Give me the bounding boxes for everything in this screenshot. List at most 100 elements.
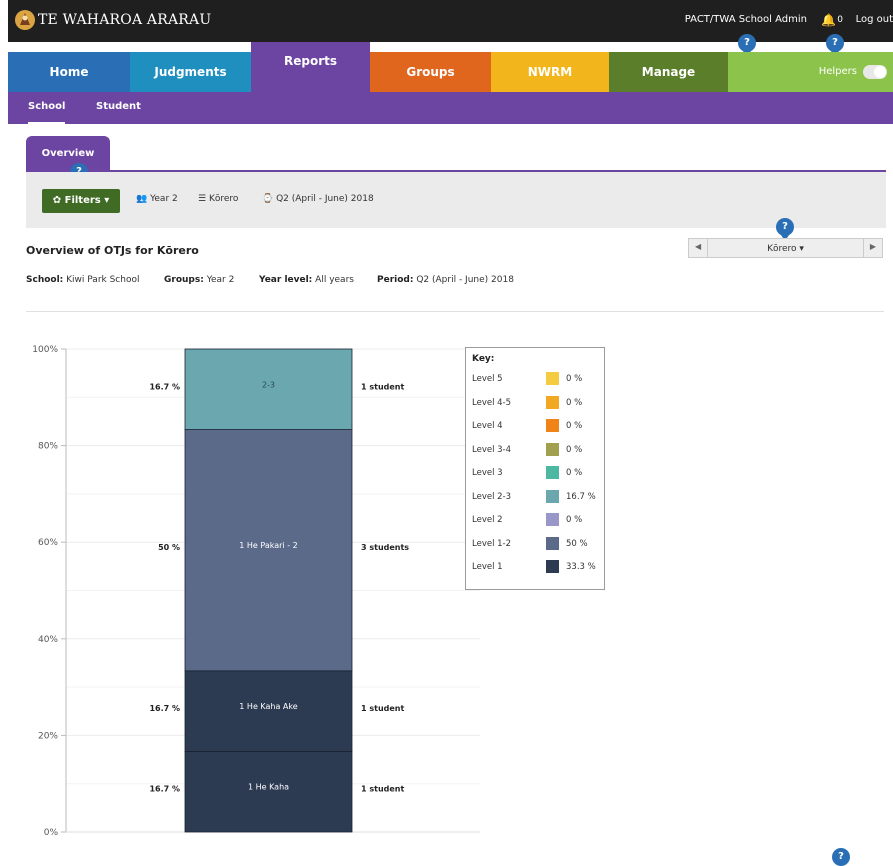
group-icon: 👥 — [136, 194, 148, 204]
meta-groups: Groups: Year 2 — [164, 275, 234, 285]
meta-school-value: Kiwi Park School — [66, 275, 140, 285]
bell-icon[interactable]: 🔔 — [821, 13, 836, 27]
help-icon[interactable]: ? — [832, 848, 850, 866]
meta-period-value: Q2 (April - June) 2018 — [416, 275, 514, 285]
segment-label: 1 He Kaha Ake — [239, 702, 297, 711]
filters-button[interactable]: ✿ Filters ▾ — [42, 189, 120, 213]
segment-percent-label: 16.7 % — [149, 785, 180, 794]
key-level-label: Level 2-3 — [472, 491, 512, 502]
caret-down-icon: ▾ — [104, 195, 110, 206]
help-icon[interactable]: ? — [738, 34, 756, 57]
key-swatch — [546, 395, 559, 409]
key-swatch — [546, 442, 559, 456]
key-swatch — [546, 513, 559, 526]
filters-button-label: Filters — [64, 195, 101, 206]
filter-bar: ✿ Filters ▾ 👥 Year 2 ☰ Kōrero ⌚ Q2 (Apri… — [26, 172, 886, 228]
meta-period: Period: Q2 (April - June) 2018 — [377, 275, 514, 285]
nav-manage[interactable]: Manage — [609, 52, 728, 92]
filter-year: 👥 Year 2 — [136, 194, 178, 204]
key-row: Level 2 0 % — [472, 513, 602, 527]
app-title: TE WAHAROA ARARAU — [38, 12, 212, 28]
segment-label: 2-3 — [262, 380, 275, 389]
key-percent: 0 % — [566, 374, 583, 384]
help-icon[interactable]: ? — [826, 34, 844, 57]
key-swatch — [546, 372, 559, 385]
key-percent: 50 % — [566, 538, 588, 549]
notification-count: 0 — [837, 15, 843, 25]
meta-year-level-label: Year level: — [259, 275, 313, 285]
key-level-label: Level 4-5 — [472, 397, 512, 408]
subject-select-text: Kōrero — [767, 244, 797, 254]
key-row: Level 1-2 50 % — [472, 536, 602, 551]
key-percent: 0 % — [566, 421, 583, 431]
logo-icon — [15, 10, 35, 30]
top-bar: TE WAHAROA ARARAU PACT/TWA School Admin … — [8, 0, 893, 42]
meta-school-label: School: — [26, 275, 64, 285]
subnav-school[interactable]: School — [28, 92, 66, 124]
key-row: Level 3-4 0 % — [472, 442, 602, 457]
key-level-label: Level 2 — [472, 515, 503, 525]
key-level-label: Level 1-2 — [472, 538, 512, 549]
key-level-label: Level 4 — [472, 421, 503, 431]
key-percent: 0 % — [566, 468, 583, 478]
nav-nwrm[interactable]: NWRM — [491, 52, 609, 92]
key-level-label: Level 3-4 — [472, 444, 512, 455]
key-title: Key: — [472, 354, 495, 364]
segment-label: 1 He Kaha — [248, 783, 289, 792]
key-row: Level 4-5 0 % — [472, 395, 602, 410]
main-nav: Home Judgments Reports Groups NWRM Manag… — [8, 42, 893, 92]
segment-percent-label: 50 % — [158, 543, 180, 552]
y-tick-label: 20% — [38, 731, 58, 741]
sub-nav: School Student — [8, 92, 893, 124]
subnav-student[interactable]: Student — [96, 92, 141, 122]
key-swatch — [546, 419, 559, 432]
filter-period-label: Q2 (April - June) 2018 — [276, 194, 374, 204]
tab-overview[interactable]: Overview — [26, 136, 110, 170]
arrow-right-icon[interactable]: ▶ — [870, 242, 876, 251]
key-row: Level 3 0 % — [472, 466, 602, 480]
helpers-label: Helpers — [818, 66, 857, 77]
segment-student-count: 1 student — [361, 785, 404, 794]
logout-link[interactable]: Log out — [856, 14, 893, 25]
subject-select[interactable]: ◀ Kōrero ▾ ▶ — [688, 238, 883, 258]
meta-school: School: Kiwi Park School — [26, 275, 139, 285]
key-level-label: Level 5 — [472, 374, 503, 384]
clock-icon: ⌚ — [262, 194, 274, 204]
key-row: Level 4 0 % — [472, 419, 602, 433]
filter-subject-label: Kōrero — [208, 194, 239, 204]
y-tick-label: 80% — [38, 442, 58, 452]
key-row: Level 5 0 % — [472, 372, 602, 386]
report-title: Overview of OTJs for Kōrero — [26, 244, 199, 257]
nav-groups[interactable]: Groups — [370, 52, 491, 92]
key-swatch — [546, 466, 559, 479]
divider — [863, 239, 864, 257]
nav-home[interactable]: Home — [8, 52, 130, 92]
key-percent: 33.3 % — [566, 562, 596, 572]
key-row: Level 1 33.3 % — [472, 560, 602, 574]
helpers-toggle[interactable] — [863, 65, 887, 79]
subject-select-value: Kōrero ▾ — [767, 244, 804, 254]
y-tick-label: 100% — [32, 345, 58, 355]
segment-student-count: 1 student — [361, 704, 404, 713]
filter-period: ⌚ Q2 (April - June) 2018 — [262, 194, 374, 204]
y-tick-label: 40% — [38, 635, 58, 645]
nav-judgments[interactable]: Judgments — [130, 52, 251, 92]
chart-key: Key: Level 50 % Level 4-5 0 % Level 40 % Lev… — [465, 347, 605, 590]
segment-student-count: 3 students — [361, 543, 409, 552]
key-percent: 0 % — [566, 515, 583, 525]
segment-percent-label: 16.7 % — [149, 704, 180, 713]
help-icon[interactable]: ? — [776, 218, 794, 241]
segment-label: 1 He Pakari - 2 — [239, 541, 297, 550]
key-swatch — [546, 489, 559, 503]
list-icon: ☰ — [198, 194, 207, 204]
stacked-bar-chart: 0% 20% 40% 60% 80% 100% 1 He Kaha 16.7 % 1 stude… — [32, 345, 480, 838]
key-row: Level 2-3 16.7 % — [472, 489, 602, 504]
nav-reports[interactable]: Reports — [251, 42, 370, 92]
filter-year-label: Year 2 — [150, 194, 178, 204]
key-level-label: Level 1 — [472, 562, 503, 572]
key-percent: 0 % — [566, 397, 583, 408]
key-swatch — [546, 560, 559, 573]
key-level-label: Level 3 — [472, 468, 503, 478]
y-tick-label: 60% — [38, 538, 58, 548]
user-menu[interactable]: PACT/TWA School Admin — [685, 14, 807, 25]
